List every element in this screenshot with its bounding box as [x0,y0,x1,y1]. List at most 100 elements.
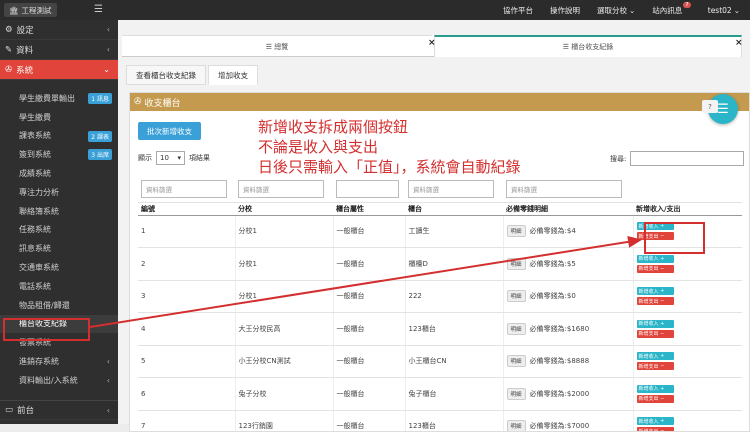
add-expense-button[interactable]: 新增支出 − [636,329,674,338]
detail-button[interactable]: 明細 [506,225,526,238]
add-expense-button[interactable]: 新增支出 − [636,394,674,403]
add-income-button[interactable]: 新增收入 + [636,417,674,426]
page-length-select[interactable]: 10 ▾ [156,151,185,165]
action-buttons: 新增收入 + 新增支出 − [636,384,743,403]
column-header[interactable]: 編號 [138,202,235,216]
filter-input[interactable]: 資料篩選 [238,179,325,198]
nav-branch-label: 選取分校 [596,5,627,15]
sidebar-item-payment[interactable]: 學生繳費 [0,108,118,127]
cell-id: 7 [138,410,235,431]
list-icon: ☰ [265,42,275,51]
page-length-value: 10 [160,154,169,162]
table-row: 5 小王分校CN測試 一般櫃台 小王櫃台CN 明細 必備零錢為:$8888 新增收入 + 新增… [138,345,742,378]
add-expense-label: 新增支出 [638,428,659,432]
column-header[interactable]: 必備零錢明細 [503,202,633,216]
sidebar-item-focus[interactable]: 專注力分析 [0,183,118,202]
brand-label: 工程測試 [21,5,52,15]
brand-button[interactable]: 🏛 工程測試 [4,3,57,17]
chevron-down-icon: ⌄ [733,5,740,15]
sidebar-section-frontend[interactable]: ▭ 前台 ‹ [0,400,118,420]
list-icon: ☰ [562,43,572,51]
sidebar-item-bus[interactable]: 交通車系統 [0,258,118,277]
filter-input[interactable]: 資料篩選 [506,179,622,198]
plus-icon: + [658,288,665,295]
column-header[interactable]: 分校 [235,202,333,216]
detail-button[interactable]: 明細 [506,257,526,270]
sidebar-item-grades[interactable]: 成績系統 [0,164,118,183]
sidebar-item-messages[interactable]: 訊息系統 [0,239,118,258]
batch-add-button[interactable]: 批次新增收支 [138,122,201,140]
column-header[interactable]: 櫃台 [405,202,503,216]
sidebar-item-inventory[interactable]: 進銷存系統 ‹ [0,352,118,371]
filter-input[interactable]: 資料篩選 [141,179,227,198]
add-expense-button[interactable]: 新增支出 − [636,264,674,273]
top-bar: 🏛 工程測試 ☰ 協作平台 操作說明 選取分校 ⌄ 站內訊息 7 test02 ⌄ [0,0,750,20]
detail-button[interactable]: 明細 [506,322,526,335]
cell-school: 分校1 [234,280,333,313]
nav-collab[interactable]: 協作平台 [503,5,533,16]
filter-input[interactable]: 資料篩選 [408,179,495,198]
chevron-down-icon: ⌄ [628,5,636,15]
cell-school: 123行銷園 [234,410,333,431]
chevron-left-icon: ‹ [106,25,110,34]
nav-messages[interactable]: 站內訊息 7 [652,2,691,16]
sidebar-item-label: 物品租借/歸還 [19,300,70,310]
close-icon[interactable]: × [428,38,436,48]
cell-id: 3 [138,280,235,313]
add-income-label: 新增收入 [638,288,659,295]
sidebar-item-tasks[interactable]: 任務系統 [0,221,118,240]
add-income-label: 新增收入 [638,321,659,328]
detail-button[interactable]: 明細 [506,420,526,431]
add-expense-label: 新增支出 [638,298,659,305]
add-expense-button[interactable]: 新增支出 − [636,362,674,371]
plus-icon: + [658,255,665,262]
detail-button[interactable]: 明細 [506,387,526,400]
plus-icon: + [658,418,665,425]
header-row: 編號 分校 櫃台屬性 櫃台 必備零錢明細 新增收入/支出 [138,202,742,216]
nav-branch[interactable]: 選取分校 ⌄ [597,5,635,16]
sidebar-section-system[interactable]: ✇ 系統 ⌄ [0,60,118,80]
search-input[interactable] [630,151,745,166]
filter-input[interactable] [336,179,399,198]
chevron-down-icon: ▾ [177,154,181,162]
subtab-add-entry[interactable]: 增加收支 [208,65,258,85]
add-income-button[interactable]: 新增收入 + [636,384,674,393]
detail-button[interactable]: 明細 [506,355,526,368]
add-expense-button[interactable]: 新增支出 − [636,297,674,306]
change-text: 必備零錢為:$2000 [529,389,590,398]
detail-button[interactable]: 明細 [506,290,526,303]
menu-toggle-icon[interactable]: ☰ [94,5,103,15]
add-expense-label: 新增支出 [638,396,659,403]
sidebar-item-label: 進銷存系統 [19,357,59,367]
sidebar-section-data[interactable]: ✎ 資料 ‹ [0,40,118,60]
sidebar-item-phone[interactable]: 電話系統 [0,277,118,296]
sidebar-item-schedule[interactable]: 課表系統 2 課表 [0,127,118,146]
subtab-view-records[interactable]: 查看櫃台收支紀錄 [126,65,206,85]
sidebar-item-rental[interactable]: 物品租借/歸還 [0,296,118,315]
nav-user[interactable]: test02 ⌄ [708,6,740,15]
sidebar-item-contact[interactable]: 聯絡簿系統 [0,202,118,221]
add-income-button[interactable]: 新增收入 + [636,319,674,328]
minus-icon: − [658,330,665,337]
close-icon[interactable]: × [735,38,743,48]
add-expense-button[interactable]: 新增支出 − [636,427,674,432]
minus-icon: − [658,395,665,402]
chevron-down-icon: ⌄ [103,65,110,74]
sidebar-section-settings[interactable]: ⚙ 設定 ‹ [0,20,118,40]
cell-change: 明細 必備零錢為:$5 [502,247,633,281]
add-income-button[interactable]: 新增收入 + [636,287,674,296]
change-text: 必備零錢為:$8888 [529,357,590,366]
add-income-button[interactable]: 新增收入 + [636,352,674,361]
column-header[interactable]: 新增收入/支出 [633,202,742,216]
sidebar-item-billing-export[interactable]: 學生繳費單輸出 1 訊息 [0,89,118,108]
desktop-icon: ▭ [5,405,14,415]
help-icon[interactable]: ? [702,100,718,113]
nav-help[interactable]: 操作說明 [550,5,580,16]
column-header[interactable]: 櫃台屬性 [333,202,405,216]
sidebar-item-data-io[interactable]: 資料輸出/入系統 ‹ [0,371,118,390]
add-income-button[interactable]: 新增收入 + [636,254,674,263]
tab-overview[interactable]: ☰ 總覽 [122,35,432,57]
tab-counter-records[interactable]: ☰ 櫃台收支紀錄 [434,35,742,57]
chevron-left-icon: ‹ [106,405,110,415]
sidebar-item-checkin[interactable]: 簽到系統 3 出席 [0,145,118,164]
